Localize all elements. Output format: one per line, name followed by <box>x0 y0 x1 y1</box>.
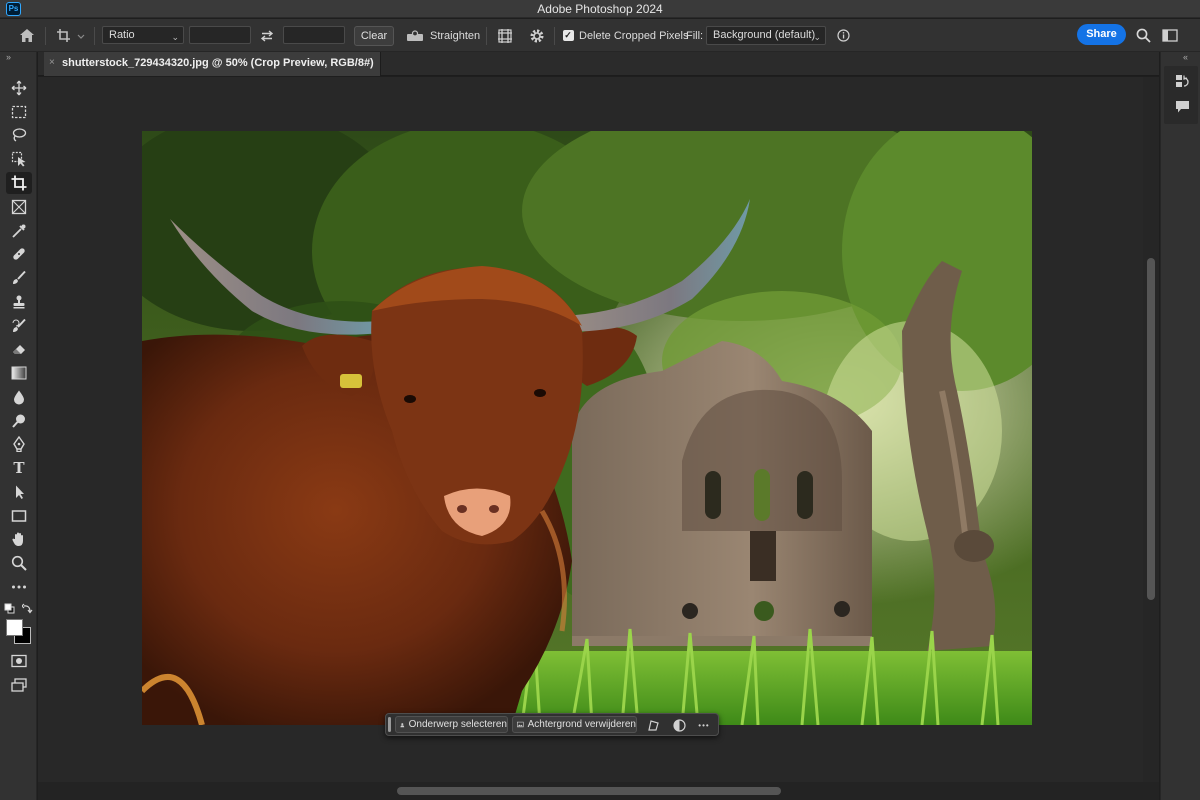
ratio-dropdown[interactable]: Ratio ⌄ <box>102 26 184 44</box>
eyedropper-tool-icon[interactable] <box>6 220 32 242</box>
more-options-icon[interactable]: ••• <box>696 717 712 733</box>
blur-tool-icon[interactable] <box>6 386 32 408</box>
document-image[interactable] <box>142 131 1032 725</box>
fill-dropdown-value: Background (default) <box>713 29 816 41</box>
move-tool-icon[interactable] <box>6 77 32 99</box>
checkmark-icon: ✓ <box>562 30 574 41</box>
lasso-tool-icon[interactable] <box>6 124 32 146</box>
document-tab[interactable]: × shutterstock_729434320.jpg @ 50% (Crop… <box>44 52 381 76</box>
history-panel-icon[interactable] <box>1173 72 1191 90</box>
adjustment-icon[interactable] <box>671 717 687 733</box>
collapse-panel-icon[interactable]: ‹‹ <box>1183 52 1188 62</box>
delete-cropped-label: Delete Cropped Pixels <box>579 29 689 42</box>
info-icon[interactable] <box>835 19 851 52</box>
marquee-tool-icon[interactable] <box>6 101 32 123</box>
transform-icon[interactable] <box>645 717 661 733</box>
contextual-task-bar: Onderwerp selecteren Achtergrond verwijd… <box>385 713 719 736</box>
swap-dimensions-icon[interactable] <box>258 19 276 52</box>
drag-handle[interactable] <box>388 717 391 732</box>
gear-icon[interactable] <box>527 19 547 52</box>
eraser-tool-icon[interactable] <box>6 338 32 360</box>
select-subject-button[interactable]: Onderwerp selecteren <box>395 716 508 733</box>
remove-background-button[interactable]: Achtergrond verwijderen <box>512 716 637 733</box>
vertical-scrollbar[interactable] <box>1147 258 1155 600</box>
chevron-down-icon: ⌄ <box>813 32 821 42</box>
clone-stamp-tool-icon[interactable] <box>6 291 32 313</box>
quick-mask-icon[interactable] <box>6 650 32 672</box>
crop-tool-icon[interactable] <box>6 172 32 194</box>
home-icon[interactable] <box>16 19 38 52</box>
tools-panel: ›› T <box>0 52 37 800</box>
crop-height-input[interactable] <box>283 26 345 44</box>
select-subject-label: Onderwerp selecteren <box>408 719 507 730</box>
fill-label: Fill: <box>686 29 704 42</box>
path-selection-tool-icon[interactable] <box>6 481 32 503</box>
workspace-icon[interactable] <box>1161 19 1179 52</box>
pen-tool-icon[interactable] <box>6 433 32 455</box>
swap-colors-icon[interactable] <box>21 603 33 614</box>
frame-tool-icon[interactable] <box>6 196 32 218</box>
document-tab-title: shutterstock_729434320.jpg @ 50% (Crop P… <box>62 57 374 69</box>
more-tools-icon[interactable] <box>6 576 32 598</box>
options-bar: Ratio ⌄ Clear Straighten ✓ Delete Croppe… <box>0 19 1200 52</box>
foreground-color-swatch[interactable] <box>6 619 23 636</box>
image-icon <box>517 721 524 728</box>
app-title: Adobe Photoshop 2024 <box>537 2 663 16</box>
straighten-icon[interactable] <box>405 19 425 52</box>
panel-icon-group <box>1164 66 1198 124</box>
straighten-label[interactable]: Straighten <box>430 19 480 52</box>
zoom-tool-icon[interactable] <box>6 552 32 574</box>
overlay-grid-icon[interactable] <box>495 19 515 52</box>
screen-mode-icon[interactable] <box>6 674 32 696</box>
crop-preset-icon[interactable] <box>54 19 88 52</box>
history-brush-tool-icon[interactable] <box>6 315 32 337</box>
search-icon[interactable] <box>1134 19 1152 52</box>
brush-tool-icon[interactable] <box>6 267 32 289</box>
rectangle-tool-icon[interactable] <box>6 505 32 527</box>
close-icon[interactable]: × <box>49 57 55 68</box>
gradient-tool-icon[interactable] <box>6 362 32 384</box>
collapse-panel-icon[interactable]: ›› <box>6 52 11 62</box>
chevron-down-icon: ⌄ <box>171 32 179 42</box>
delete-cropped-checkbox[interactable]: ✓ <box>562 19 574 52</box>
default-colors-icon[interactable] <box>4 603 15 614</box>
clear-button[interactable]: Clear <box>354 26 394 46</box>
comments-panel-icon[interactable] <box>1173 98 1191 116</box>
crop-width-input[interactable] <box>189 26 251 44</box>
type-tool-icon[interactable]: T <box>6 457 32 479</box>
share-button[interactable]: Share <box>1077 24 1126 45</box>
remove-background-label: Achtergrond verwijderen <box>527 719 636 730</box>
healing-brush-tool-icon[interactable] <box>6 243 32 265</box>
title-bar: Ps Adobe Photoshop 2024 <box>0 0 1200 18</box>
document-tab-bar: × shutterstock_729434320.jpg @ 50% (Crop… <box>38 52 1159 76</box>
dodge-tool-icon[interactable] <box>6 410 32 432</box>
type-tool-glyph: T <box>13 459 25 477</box>
ratio-dropdown-value: Ratio <box>109 29 135 41</box>
right-panel-dock: ‹‹ <box>1160 52 1200 800</box>
fill-dropdown[interactable]: Background (default) ⌄ <box>706 26 826 45</box>
object-selection-tool-icon[interactable] <box>6 148 32 170</box>
hand-tool-icon[interactable] <box>6 528 32 550</box>
horizontal-scrollbar[interactable] <box>397 787 781 795</box>
person-icon <box>400 722 405 727</box>
